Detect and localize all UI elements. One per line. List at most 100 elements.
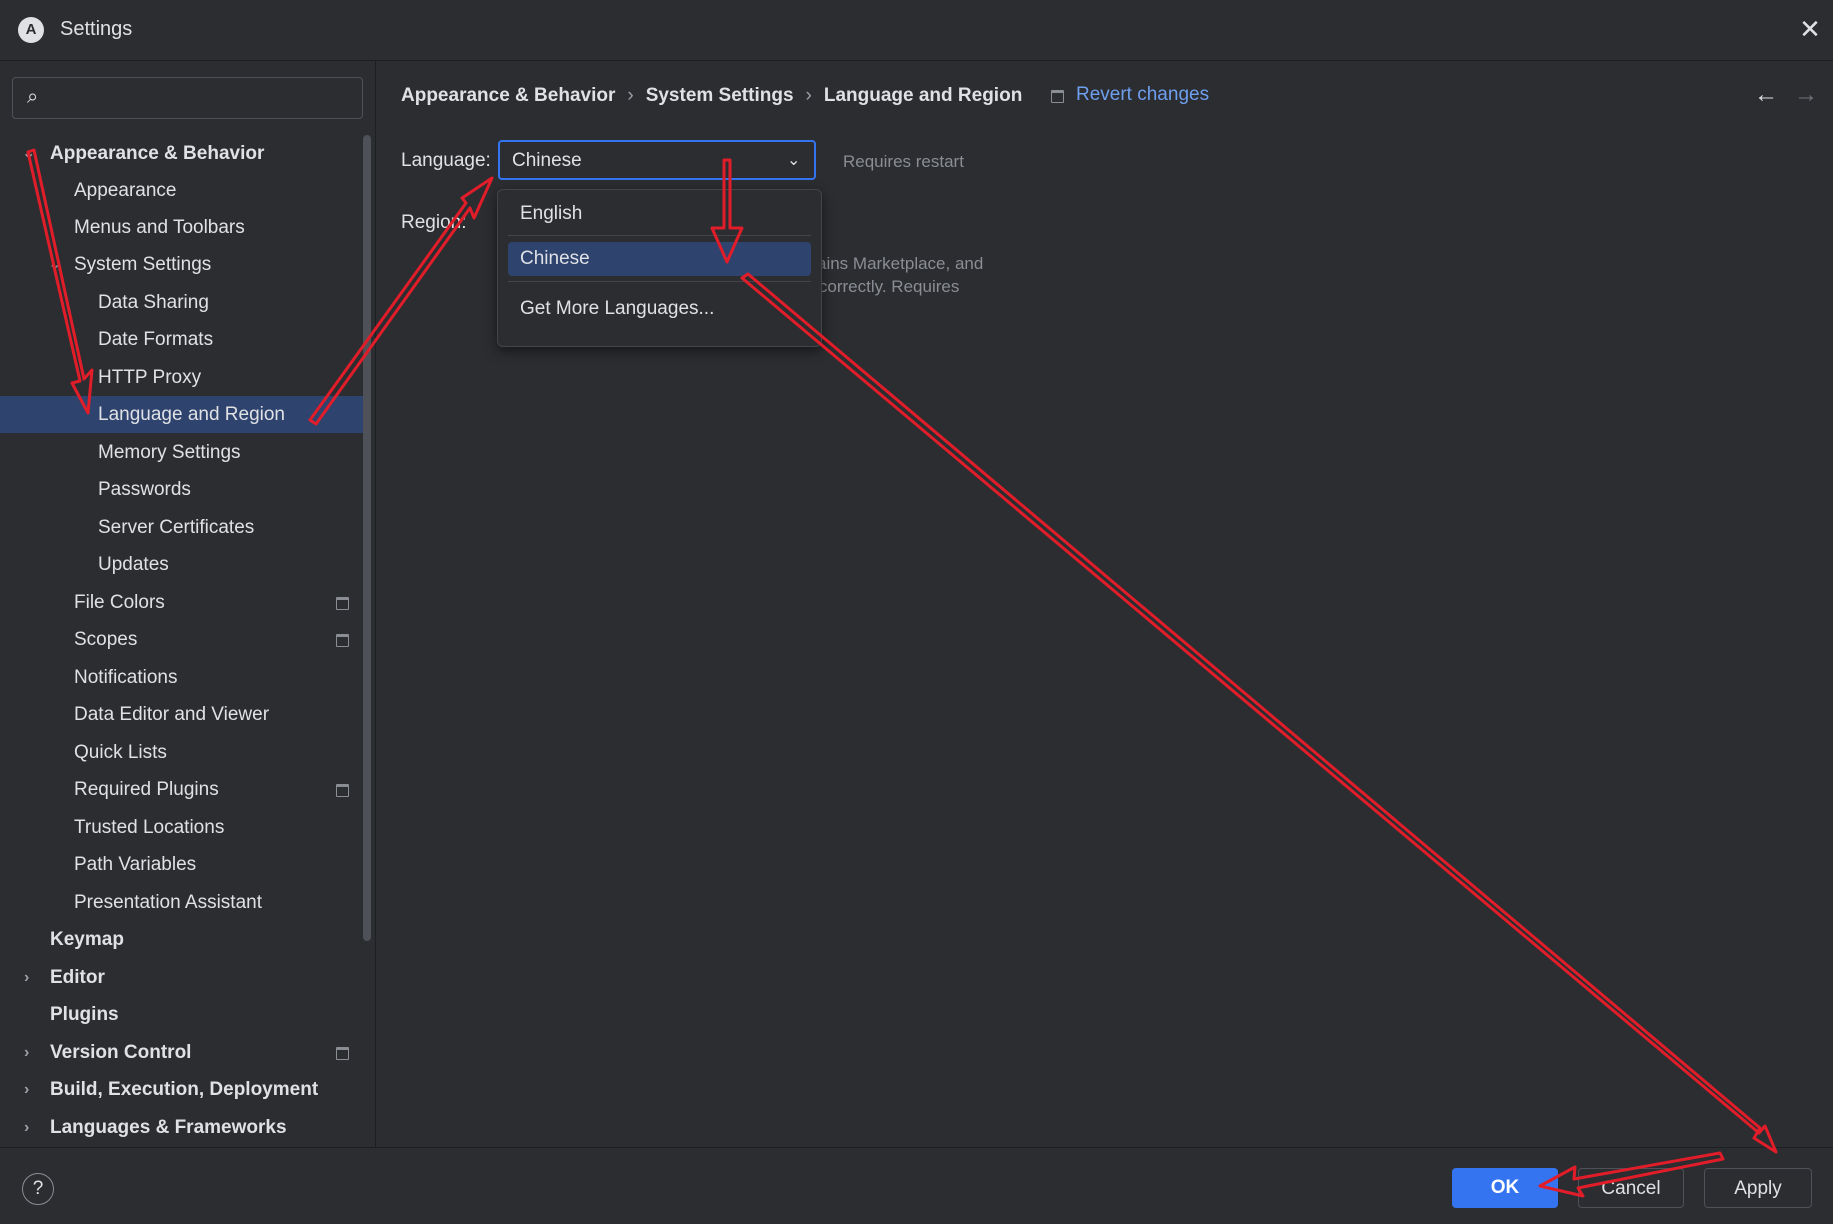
project-level-icon [336, 597, 349, 610]
ok-button[interactable]: OK [1452, 1168, 1558, 1208]
hint-line: ils. [800, 298, 1000, 321]
cancel-button[interactable]: Cancel [1578, 1168, 1684, 1208]
chevron-down-icon[interactable]: ⌄ [22, 135, 35, 172]
tree-label: Quick Lists [74, 742, 167, 763]
tree-item-keymap[interactable]: Keymap [0, 921, 368, 958]
breadcrumb-item[interactable]: System Settings [646, 85, 794, 107]
breadcrumb: Appearance & Behavior › System Settings › La… [401, 85, 1022, 107]
tree-item-appearance[interactable]: Appearance [0, 172, 368, 209]
tree-label: Path Variables [74, 854, 197, 875]
tree-item-languages-frameworks[interactable]: › Languages & Frameworks [0, 1109, 368, 1146]
tree-label: Build, Execution, Deployment [50, 1079, 319, 1100]
tree-item-version-control[interactable]: › Version Control [0, 1034, 368, 1071]
sidebar-scrollbar[interactable] [363, 135, 371, 941]
back-arrow-icon[interactable]: ← [1754, 81, 1778, 109]
tree-label: Data Editor and Viewer [74, 704, 270, 725]
tree-item-data-sharing[interactable]: Data Sharing [0, 284, 368, 321]
tree-item-http-proxy[interactable]: HTTP Proxy [0, 359, 368, 396]
tree-item-data-editor-viewer[interactable]: Data Editor and Viewer [0, 696, 368, 733]
chevron-right-icon: › [627, 85, 634, 106]
separator [508, 235, 811, 236]
tree-item-appearance-behavior[interactable]: ⌄ Appearance & Behavior [0, 135, 368, 172]
tree-item-presentation-assistant[interactable]: Presentation Assistant [0, 884, 368, 921]
tree-item-menus-toolbars[interactable]: Menus and Toolbars [0, 209, 368, 246]
language-dropdown-list: English Chinese Get More Languages... [497, 189, 822, 347]
tree-item-system-settings[interactable]: ⌄ System Settings [0, 246, 368, 283]
tree-label: Server Certificates [98, 517, 255, 538]
option-label: English [520, 203, 583, 224]
language-select[interactable]: Chinese ⌄ [498, 140, 816, 180]
tree-label: Date Formats [98, 329, 214, 350]
option-label: Chinese [520, 248, 590, 269]
tree-item-language-region[interactable]: Language and Region [0, 396, 368, 433]
breadcrumb-item[interactable]: Appearance & Behavior [401, 85, 615, 107]
tree-label: Language and Region [98, 404, 286, 425]
tree-label: Required Plugins [74, 779, 219, 800]
tree-label: Appearance [74, 180, 177, 201]
tree-label: Plugins [50, 1004, 119, 1025]
hint-text: Brains Marketplace, and rk correctly. Re… [800, 252, 1000, 321]
chevron-down-icon: ⌄ [787, 152, 801, 169]
chevron-right-icon[interactable]: › [24, 1109, 29, 1146]
tree-item-notifications[interactable]: Notifications [0, 659, 368, 696]
tree-label: Updates [98, 554, 169, 575]
language-option-english[interactable]: English [508, 197, 811, 231]
tree-label: HTTP Proxy [98, 367, 202, 388]
tree-label: Languages & Frameworks [50, 1117, 287, 1138]
tree-item-file-colors[interactable]: File Colors [0, 584, 368, 621]
tree-label: Passwords [98, 479, 191, 500]
dialog-footer: ? OK Cancel Apply [0, 1147, 1833, 1224]
chevron-down-icon[interactable]: ⌄ [48, 246, 61, 283]
tree-label: Version Control [50, 1042, 192, 1063]
title-bar: A Settings ✕ [0, 0, 1833, 61]
tree-label: Editor [50, 967, 105, 988]
hint-line: rk correctly. Requires [800, 277, 960, 296]
project-level-icon [336, 634, 349, 647]
tree-label: Notifications [74, 667, 178, 688]
chevron-right-icon[interactable]: › [24, 1071, 29, 1108]
tree-item-editor[interactable]: › Editor [0, 959, 368, 996]
requires-restart-note: Requires restart [843, 152, 964, 171]
separator [508, 281, 811, 282]
tree-item-quick-lists[interactable]: Quick Lists [0, 734, 368, 771]
language-option-chinese[interactable]: Chinese [508, 242, 811, 276]
tree-item-required-plugins[interactable]: Required Plugins [0, 771, 368, 808]
hint-line: Brains Marketplace, and [800, 254, 984, 273]
tree-item-scopes[interactable]: Scopes [0, 621, 368, 658]
tree-label: File Colors [74, 592, 165, 613]
region-label: Region: [401, 212, 467, 233]
search-input[interactable] [55, 84, 354, 112]
search-box[interactable]: ⌕ [12, 77, 363, 119]
tree-label: Scopes [74, 629, 138, 650]
window-title: Settings [60, 18, 133, 40]
forward-arrow-icon[interactable]: → [1794, 81, 1818, 109]
tree-label: Data Sharing [98, 292, 209, 313]
chevron-right-icon[interactable]: › [24, 1034, 29, 1071]
project-level-icon [1051, 90, 1064, 103]
close-window-button[interactable]: ✕ [1795, 14, 1825, 44]
revert-changes-link[interactable]: Revert changes [1076, 84, 1209, 106]
tree-item-memory-settings[interactable]: Memory Settings [0, 434, 368, 471]
tree-item-path-variables[interactable]: Path Variables [0, 846, 368, 883]
tree-item-plugins[interactable]: Plugins [0, 996, 368, 1033]
tree-label: System Settings [74, 254, 212, 275]
tree-label: Presentation Assistant [74, 892, 262, 913]
tree-label: Trusted Locations [74, 817, 225, 838]
tree-item-updates[interactable]: Updates [0, 546, 368, 583]
tree-item-server-certificates[interactable]: Server Certificates [0, 509, 368, 546]
settings-content: Appearance & Behavior › System Settings › La… [376, 61, 1833, 1147]
project-level-icon [336, 1047, 349, 1060]
tree-item-build-execution-deployment[interactable]: › Build, Execution, Deployment [0, 1071, 368, 1108]
tree-item-trusted-locations[interactable]: Trusted Locations [0, 809, 368, 846]
chevron-right-icon[interactable]: › [24, 959, 29, 996]
settings-sidebar: ⌕ ⌄ Appearance & Behavior Appearance Men… [0, 61, 376, 1147]
help-button[interactable]: ? [22, 1173, 54, 1205]
tree-label: Appearance & Behavior [50, 143, 265, 164]
get-more-languages-option[interactable]: Get More Languages... [508, 292, 811, 326]
chevron-right-icon: › [805, 85, 812, 106]
apply-button[interactable]: Apply [1704, 1168, 1812, 1208]
tree-item-date-formats[interactable]: Date Formats [0, 321, 368, 358]
tree-label: Menus and Toolbars [74, 217, 245, 238]
breadcrumb-item: Language and Region [823, 85, 1023, 106]
tree-item-passwords[interactable]: Passwords [0, 471, 368, 508]
